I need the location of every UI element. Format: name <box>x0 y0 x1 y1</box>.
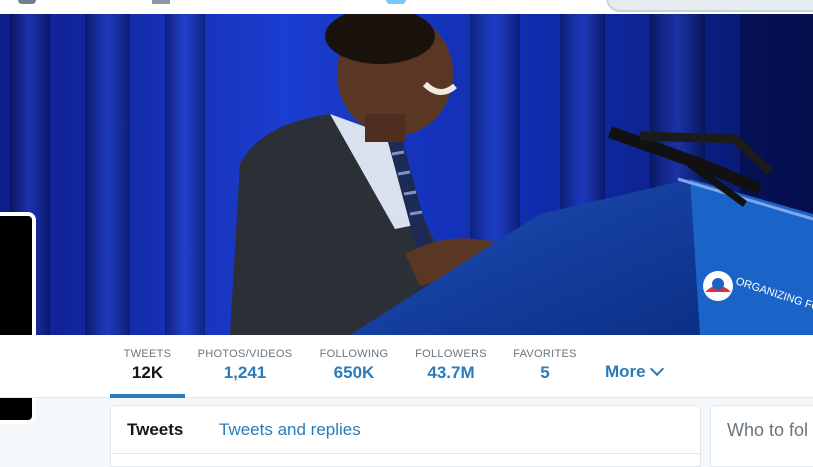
chevron-down-icon <box>649 361 664 377</box>
photos-videos-stat[interactable]: PHOTOS/VIDEOS 1,241 <box>196 335 294 396</box>
tweets-stat-value: 12K <box>131 363 164 382</box>
following-stat-label: FOLLOWING <box>319 348 389 360</box>
more-menu-button[interactable]: More <box>605 361 664 382</box>
followers-stat-label: FOLLOWERS <box>415 348 487 360</box>
who-to-follow-title: Who to fol <box>727 420 809 440</box>
tab-tweets[interactable]: Tweets <box>127 420 183 440</box>
notifications-icon[interactable] <box>152 0 170 4</box>
timeline-divider <box>111 453 700 454</box>
twitter-logo-icon[interactable] <box>386 0 406 4</box>
profile-header-banner: ORGANIZING FOR <box>0 14 813 335</box>
followers-stat[interactable]: FOLLOWERS 43.7M <box>412 335 490 396</box>
tab-tweets-and-replies[interactable]: Tweets and replies <box>219 420 361 440</box>
favorites-stat-value: 5 <box>540 363 550 382</box>
favorites-stat[interactable]: FAVORITES 5 <box>509 335 581 396</box>
photos-videos-stat-label: PHOTOS/VIDEOS <box>197 348 293 360</box>
top-navigation-bar <box>0 0 813 14</box>
tweets-stat[interactable]: TWEETS 12K <box>110 335 185 398</box>
more-label: More <box>605 362 646 381</box>
who-to-follow-card: Who to fol <box>710 405 813 467</box>
search-input[interactable] <box>606 0 813 12</box>
timeline-card: Tweets Tweets and replies <box>110 405 701 467</box>
following-stat[interactable]: FOLLOWING 650K <box>315 335 393 396</box>
followers-stat-value: 43.7M <box>427 363 475 382</box>
photos-videos-stat-value: 1,241 <box>223 363 267 382</box>
home-icon[interactable] <box>18 0 36 4</box>
favorites-stat-label: FAVORITES <box>513 348 577 360</box>
tweets-stat-label: TWEETS <box>123 348 172 360</box>
following-stat-value: 650K <box>333 363 375 382</box>
banner-photo: ORGANIZING FOR <box>0 14 813 335</box>
profile-nav: TWEETS 12K PHOTOS/VIDEOS 1,241 FOLLOWING… <box>0 335 813 398</box>
